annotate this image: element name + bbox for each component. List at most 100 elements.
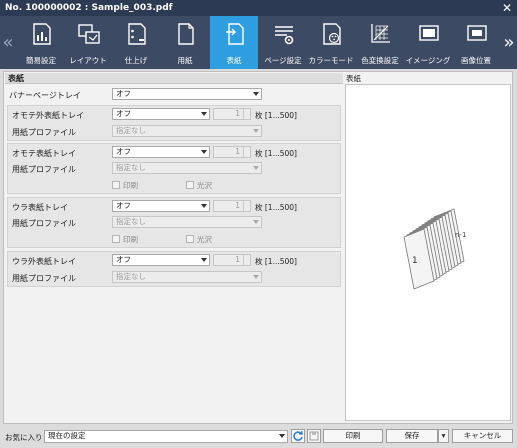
print-button[interactable]: 印刷 <box>323 429 383 443</box>
chevron-down-icon <box>253 220 259 224</box>
back-tray-select[interactable]: オフ <box>112 200 210 212</box>
banner-tray-value: オフ <box>116 89 131 98</box>
banner-tray-label: バナーページトレイ <box>9 91 81 100</box>
outer-front-profile-value: 指定なし <box>116 126 146 135</box>
banner-tray-select[interactable]: オフ <box>112 88 262 100</box>
outer-back-tray-value: オフ <box>116 255 131 264</box>
page-settings-icon <box>275 26 294 45</box>
front-cover-group: オモテ表紙トレイ オフ 1 枚 [1...500] 用紙プロファイル 指定なし … <box>7 143 341 194</box>
save-favorite-button[interactable] <box>307 429 321 443</box>
outer-front-count-unit: 枚 [1...500] <box>255 111 297 120</box>
front-print-checkbox[interactable]: 印刷 <box>112 180 138 191</box>
outer-back-count-spinner[interactable]: 1 <box>213 254 251 266</box>
checkbox-icon[interactable] <box>186 235 194 243</box>
checkbox-icon[interactable] <box>112 235 120 243</box>
tab-label: レイアウト <box>69 56 107 65</box>
favorites-select[interactable]: 現在の設定 <box>44 430 288 443</box>
front-tray-value: オフ <box>116 147 131 156</box>
outer-back-count-unit: 枚 [1...500] <box>255 257 297 266</box>
back-print-checkbox[interactable]: 印刷 <box>112 234 138 245</box>
refresh-button[interactable] <box>291 429 305 443</box>
outer-front-tray-select[interactable]: オフ <box>112 108 210 120</box>
front-count-unit: 枚 [1...500] <box>255 149 297 158</box>
save-button[interactable]: 保存 <box>386 429 438 443</box>
tab-finishing[interactable]: 仕上げ <box>112 16 160 69</box>
outer-back-tray-label: ウラ外表紙トレイ <box>12 257 76 266</box>
chevron-down-icon <box>279 434 285 438</box>
cancel-button[interactable]: キャンセル <box>452 429 513 443</box>
color-conversion-icon <box>371 24 390 43</box>
preview-back-page-number: n-1 <box>455 231 466 239</box>
tab-label: 色変換設定 <box>361 56 399 65</box>
tab-paper[interactable]: 用紙 <box>161 16 209 69</box>
front-count-spinner[interactable]: 1 <box>213 146 251 158</box>
outer-front-tray-label: オモテ外表紙トレイ <box>12 111 84 120</box>
layout-icon <box>78 24 100 44</box>
tab-label: 表紙 <box>226 56 242 65</box>
scroll-right-icon[interactable]: » <box>501 16 517 69</box>
back-print-label: 印刷 <box>123 235 138 244</box>
front-tray-select[interactable]: オフ <box>112 146 210 158</box>
outer-back-count-value: 1 <box>235 255 240 264</box>
outer-front-profile-select[interactable]: 指定なし <box>112 125 262 137</box>
front-count-value: 1 <box>235 147 240 156</box>
tab-simple-settings[interactable]: 簡易設定 <box>17 16 65 69</box>
imaging-icon <box>419 25 439 41</box>
outer-front-profile-label: 用紙プロファイル <box>12 128 76 137</box>
outer-back-profile-select[interactable]: 指定なし <box>112 271 262 283</box>
content-area: 表紙 バナーページトレイ オフ オモテ外表紙トレイ オフ 1 枚 [1...50… <box>3 71 513 424</box>
spinner-arrows-icon[interactable] <box>243 201 250 211</box>
chevron-down-icon <box>201 204 207 208</box>
back-profile-select[interactable]: 指定なし <box>112 216 262 228</box>
back-gloss-checkbox[interactable]: 光沢 <box>186 234 212 245</box>
tab-layout[interactable]: レイアウト <box>64 16 112 69</box>
scroll-left-icon[interactable]: « <box>0 16 16 69</box>
spinner-arrows-icon[interactable] <box>243 109 250 119</box>
front-profile-select[interactable]: 指定なし <box>112 162 262 174</box>
tab-label: 簡易設定 <box>26 56 56 65</box>
checkbox-icon[interactable] <box>186 181 194 189</box>
tab-label: 画像位置 <box>461 56 491 65</box>
preview-title: 表紙 <box>346 74 361 83</box>
section-title: 表紙 <box>5 73 343 84</box>
image-position-icon <box>467 25 487 41</box>
chevron-down-icon <box>253 92 259 96</box>
simple-settings-icon <box>33 23 51 45</box>
cover-preview-illustration: n-1 1 <box>403 208 466 290</box>
paper-icon <box>178 23 194 45</box>
chevron-down-icon <box>201 258 207 262</box>
outer-front-group: オモテ外表紙トレイ オフ 1 枚 [1...500] 用紙プロファイル 指定なし <box>7 105 341 141</box>
back-profile-value: 指定なし <box>116 217 146 226</box>
tab-color-mode[interactable]: カラーモード <box>307 16 355 69</box>
front-gloss-checkbox[interactable]: 光沢 <box>186 180 212 191</box>
back-gloss-label: 光沢 <box>197 235 212 244</box>
front-print-label: 印刷 <box>123 181 138 190</box>
tab-page-settings[interactable]: ページ設定 <box>259 16 307 69</box>
spinner-arrows-icon[interactable] <box>243 147 250 157</box>
chevron-down-icon <box>201 112 207 116</box>
outer-back-profile-label: 用紙プロファイル <box>12 274 76 283</box>
color-mode-icon <box>323 23 341 45</box>
chevron-down-icon: ▾ <box>441 431 446 440</box>
tab-color-conversion[interactable]: 色変換設定 <box>356 16 404 69</box>
title-bar: No. 100000002 : Sample_003.pdf ✕ <box>0 0 517 16</box>
finishing-icon <box>128 23 146 45</box>
tab-label: 仕上げ <box>124 56 148 65</box>
front-profile-value: 指定なし <box>116 163 146 172</box>
checkbox-icon[interactable] <box>112 181 120 189</box>
tab-imaging[interactable]: イメージング <box>404 16 452 69</box>
outer-back-tray-select[interactable]: オフ <box>112 254 210 266</box>
outer-front-count-spinner[interactable]: 1 <box>213 108 251 120</box>
bottom-bar: お気に入り 現在の設定 印刷 保存 ▾ キャンセル <box>0 427 517 446</box>
back-count-spinner[interactable]: 1 <box>213 200 251 212</box>
chevron-down-icon <box>253 166 259 170</box>
close-icon[interactable]: ✕ <box>502 0 512 16</box>
tab-cover[interactable]: 表紙 <box>210 16 258 69</box>
back-tray-value: オフ <box>116 201 131 210</box>
tab-image-position[interactable]: 画像位置 <box>452 16 500 69</box>
favorites-value: 現在の設定 <box>48 431 86 440</box>
save-dropdown-button[interactable]: ▾ <box>438 429 449 443</box>
settings-pane: 表紙 バナーページトレイ オフ オモテ外表紙トレイ オフ 1 枚 [1...50… <box>5 73 343 422</box>
chevron-down-icon <box>253 129 259 133</box>
spinner-arrows-icon[interactable] <box>243 255 250 265</box>
